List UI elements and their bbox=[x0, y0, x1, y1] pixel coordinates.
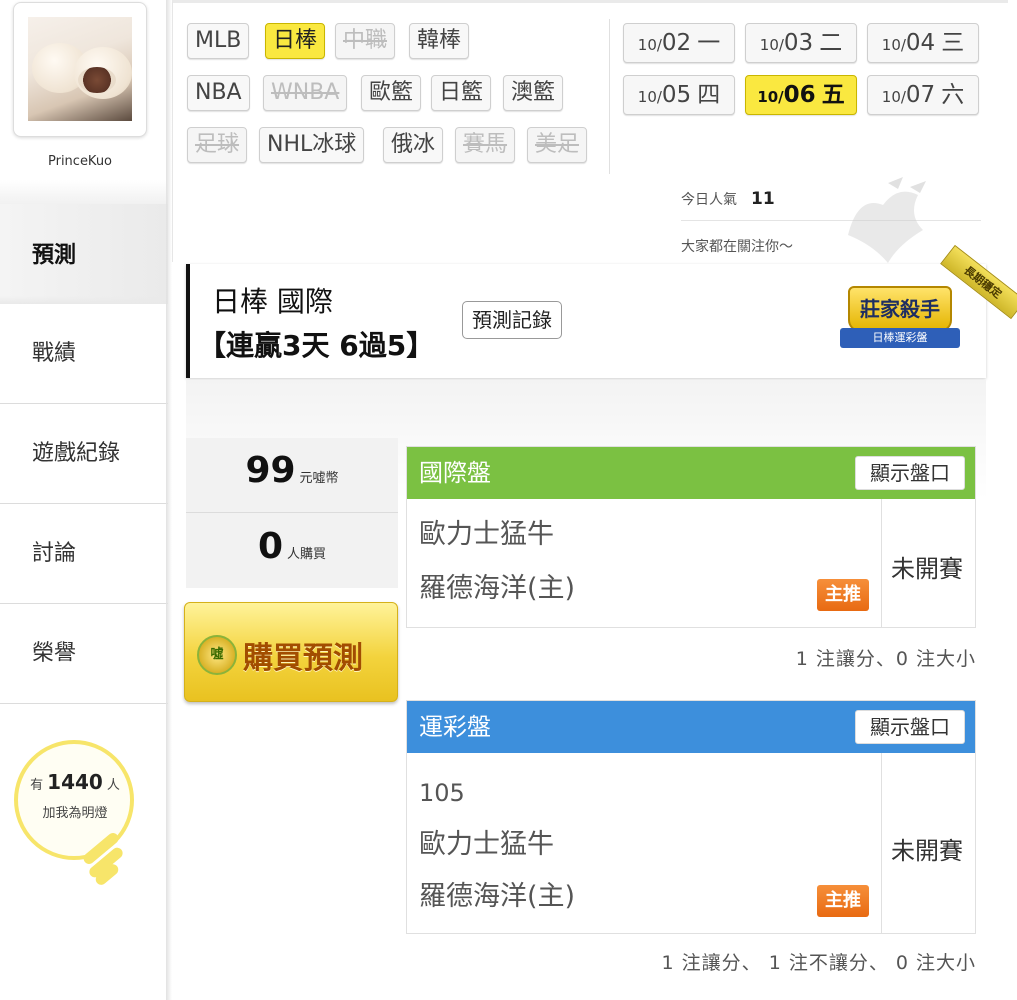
banker-killer-badge: 莊家殺手 日棒運彩盤 bbox=[840, 282, 960, 358]
buy-prediction-button[interactable]: 噓 購買預測 bbox=[184, 602, 398, 702]
show-odds-button[interactable]: 顯示盤口 bbox=[855, 456, 965, 490]
stats-divider bbox=[186, 512, 398, 513]
league-tab: WNBA bbox=[263, 75, 348, 111]
league-tab: 賽馬 bbox=[455, 127, 516, 163]
prediction-league: 日棒 國際 bbox=[212, 285, 333, 318]
card-body: 105 歐力士猛牛 羅德海洋(主) 主推 未開賽 bbox=[407, 753, 975, 933]
game-code: 105 bbox=[419, 779, 465, 807]
sidebar-item-game-history[interactable]: 遊戲紀錄 bbox=[0, 404, 168, 504]
league-tab[interactable]: 韓棒 bbox=[409, 23, 470, 59]
filter-divider bbox=[609, 19, 610, 174]
date-tab[interactable]: 10/06 五 bbox=[745, 75, 857, 115]
league-tab[interactable]: 俄冰 bbox=[383, 127, 444, 163]
international-odds-card: 國際盤 顯示盤口 歐力士猛牛 羅德海洋(主) 主推 未開賽 bbox=[406, 446, 976, 628]
game-status: 未開賽 bbox=[891, 555, 963, 583]
buyer-count: 0 人購買 bbox=[257, 526, 327, 567]
badge-title: 莊家殺手 bbox=[848, 286, 952, 332]
coin-icon: 噓 bbox=[197, 635, 237, 675]
bet-summary: 1 注讓分、0 注大小 bbox=[795, 648, 976, 670]
sidebar-item-honors[interactable]: 榮譽 bbox=[0, 604, 168, 704]
league-tab: 中職 bbox=[335, 23, 396, 59]
home-team: 羅德海洋(主) bbox=[419, 573, 576, 604]
attention-text: 大家都在關注你～ bbox=[681, 239, 793, 255]
main-pick-badge: 主推 bbox=[817, 885, 869, 917]
fans-count: 有 1440 人 bbox=[30, 770, 120, 794]
card-divider bbox=[881, 753, 882, 933]
sidebar-item-predictions[interactable]: 預測 bbox=[0, 204, 168, 304]
date-tab[interactable]: 10/04 三 bbox=[867, 23, 979, 63]
league-tab[interactable]: 澳籃 bbox=[503, 75, 564, 111]
home-team: 羅德海洋(主) bbox=[419, 881, 576, 912]
mascot-silhouette-icon bbox=[848, 177, 926, 263]
avatar[interactable] bbox=[28, 17, 132, 121]
date-tab[interactable]: 10/05 四 bbox=[623, 75, 735, 115]
profile-divider bbox=[0, 180, 168, 204]
away-team: 歐力士猛牛 bbox=[419, 519, 554, 550]
badge-subtitle: 日棒運彩盤 bbox=[840, 328, 960, 348]
league-tab: 足球 bbox=[187, 127, 248, 163]
league-tab: 美足 bbox=[527, 127, 588, 163]
follow-lightbulb[interactable]: 有 1440 人 加我為明燈 bbox=[14, 740, 134, 888]
popularity: 今日人氣 11 bbox=[681, 189, 775, 209]
user-name[interactable]: PrinceKuo bbox=[0, 154, 160, 169]
league-tab[interactable]: 日棒 bbox=[265, 23, 326, 59]
date-tab[interactable]: 10/02 一 bbox=[623, 23, 735, 63]
page: PrinceKuo 預測 戰績 遊戲紀錄 討論 榮譽 有 1440 人 加我為明燈 … bbox=[0, 0, 1017, 1000]
price: 99 元噓幣 bbox=[245, 450, 339, 491]
purchase-stats: 99 元噓幣 0 人購買 bbox=[186, 438, 398, 588]
sidebar-nav: 預測 戰績 遊戲紀錄 討論 榮譽 bbox=[0, 204, 168, 704]
show-odds-button[interactable]: 顯示盤口 bbox=[855, 710, 965, 744]
fans-label: 加我為明燈 bbox=[42, 806, 108, 821]
lightbulb-base-icon bbox=[80, 830, 132, 888]
away-team: 歐力士猛牛 bbox=[419, 829, 554, 860]
card-header: 國際盤 顯示盤口 bbox=[407, 447, 975, 499]
prediction-record-button[interactable]: 預測記錄 bbox=[462, 301, 562, 339]
league-tab[interactable]: NHL冰球 bbox=[259, 127, 365, 163]
league-tab[interactable]: 日籃 bbox=[431, 75, 492, 111]
prediction-streak: 【連贏3天 6過5】 bbox=[198, 329, 435, 362]
date-tab[interactable]: 10/07 六 bbox=[867, 75, 979, 115]
avatar-card[interactable] bbox=[13, 2, 147, 137]
card-body: 歐力士猛牛 羅德海洋(主) 主推 未開賽 bbox=[407, 499, 975, 627]
sidebar-item-discussion[interactable]: 討論 bbox=[0, 504, 168, 604]
game-status: 未開賽 bbox=[891, 837, 963, 865]
buy-prediction-label: 購買預測 bbox=[243, 641, 363, 676]
league-tab[interactable]: 歐籃 bbox=[361, 75, 422, 111]
card-title: 運彩盤 bbox=[419, 713, 491, 741]
filter-panel: MLB 日棒 中職 韓棒 NBA WNBA 歐籃 日籃 澳籃足球 NHL冰球 俄冰 賽馬 美足 10/0… bbox=[172, 0, 1008, 263]
card-title: 國際盤 bbox=[419, 459, 491, 487]
prediction-content: 99 元噓幣 0 人購買 噓 購買預測 國際盤 顯示盤口 歐力士猛牛 羅德海洋(主)… bbox=[184, 380, 986, 1000]
date-tab[interactable]: 10/03 二 bbox=[745, 23, 857, 63]
bet-summary: 1 注讓分、 1 注不讓分、 0 注大小 bbox=[661, 952, 976, 974]
card-divider bbox=[881, 499, 882, 627]
main-pick-badge: 主推 bbox=[817, 579, 869, 611]
card-header: 運彩盤 顯示盤口 bbox=[407, 701, 975, 753]
sidebar: PrinceKuo 預測 戰績 遊戲紀錄 討論 榮譽 有 1440 人 加我為明燈 bbox=[0, 0, 168, 1000]
prediction-header: 日棒 國際 【連贏3天 6過5】 預測記錄 莊家殺手 日棒運彩盤 長期穩定 bbox=[186, 244, 1017, 378]
sidebar-item-record[interactable]: 戰績 bbox=[0, 304, 168, 404]
league-tab[interactable]: NBA bbox=[187, 75, 250, 111]
league-tab[interactable]: MLB bbox=[187, 23, 250, 59]
sports-lottery-odds-card: 運彩盤 顯示盤口 105 歐力士猛牛 羅德海洋(主) 主推 未開賽 bbox=[406, 700, 976, 934]
